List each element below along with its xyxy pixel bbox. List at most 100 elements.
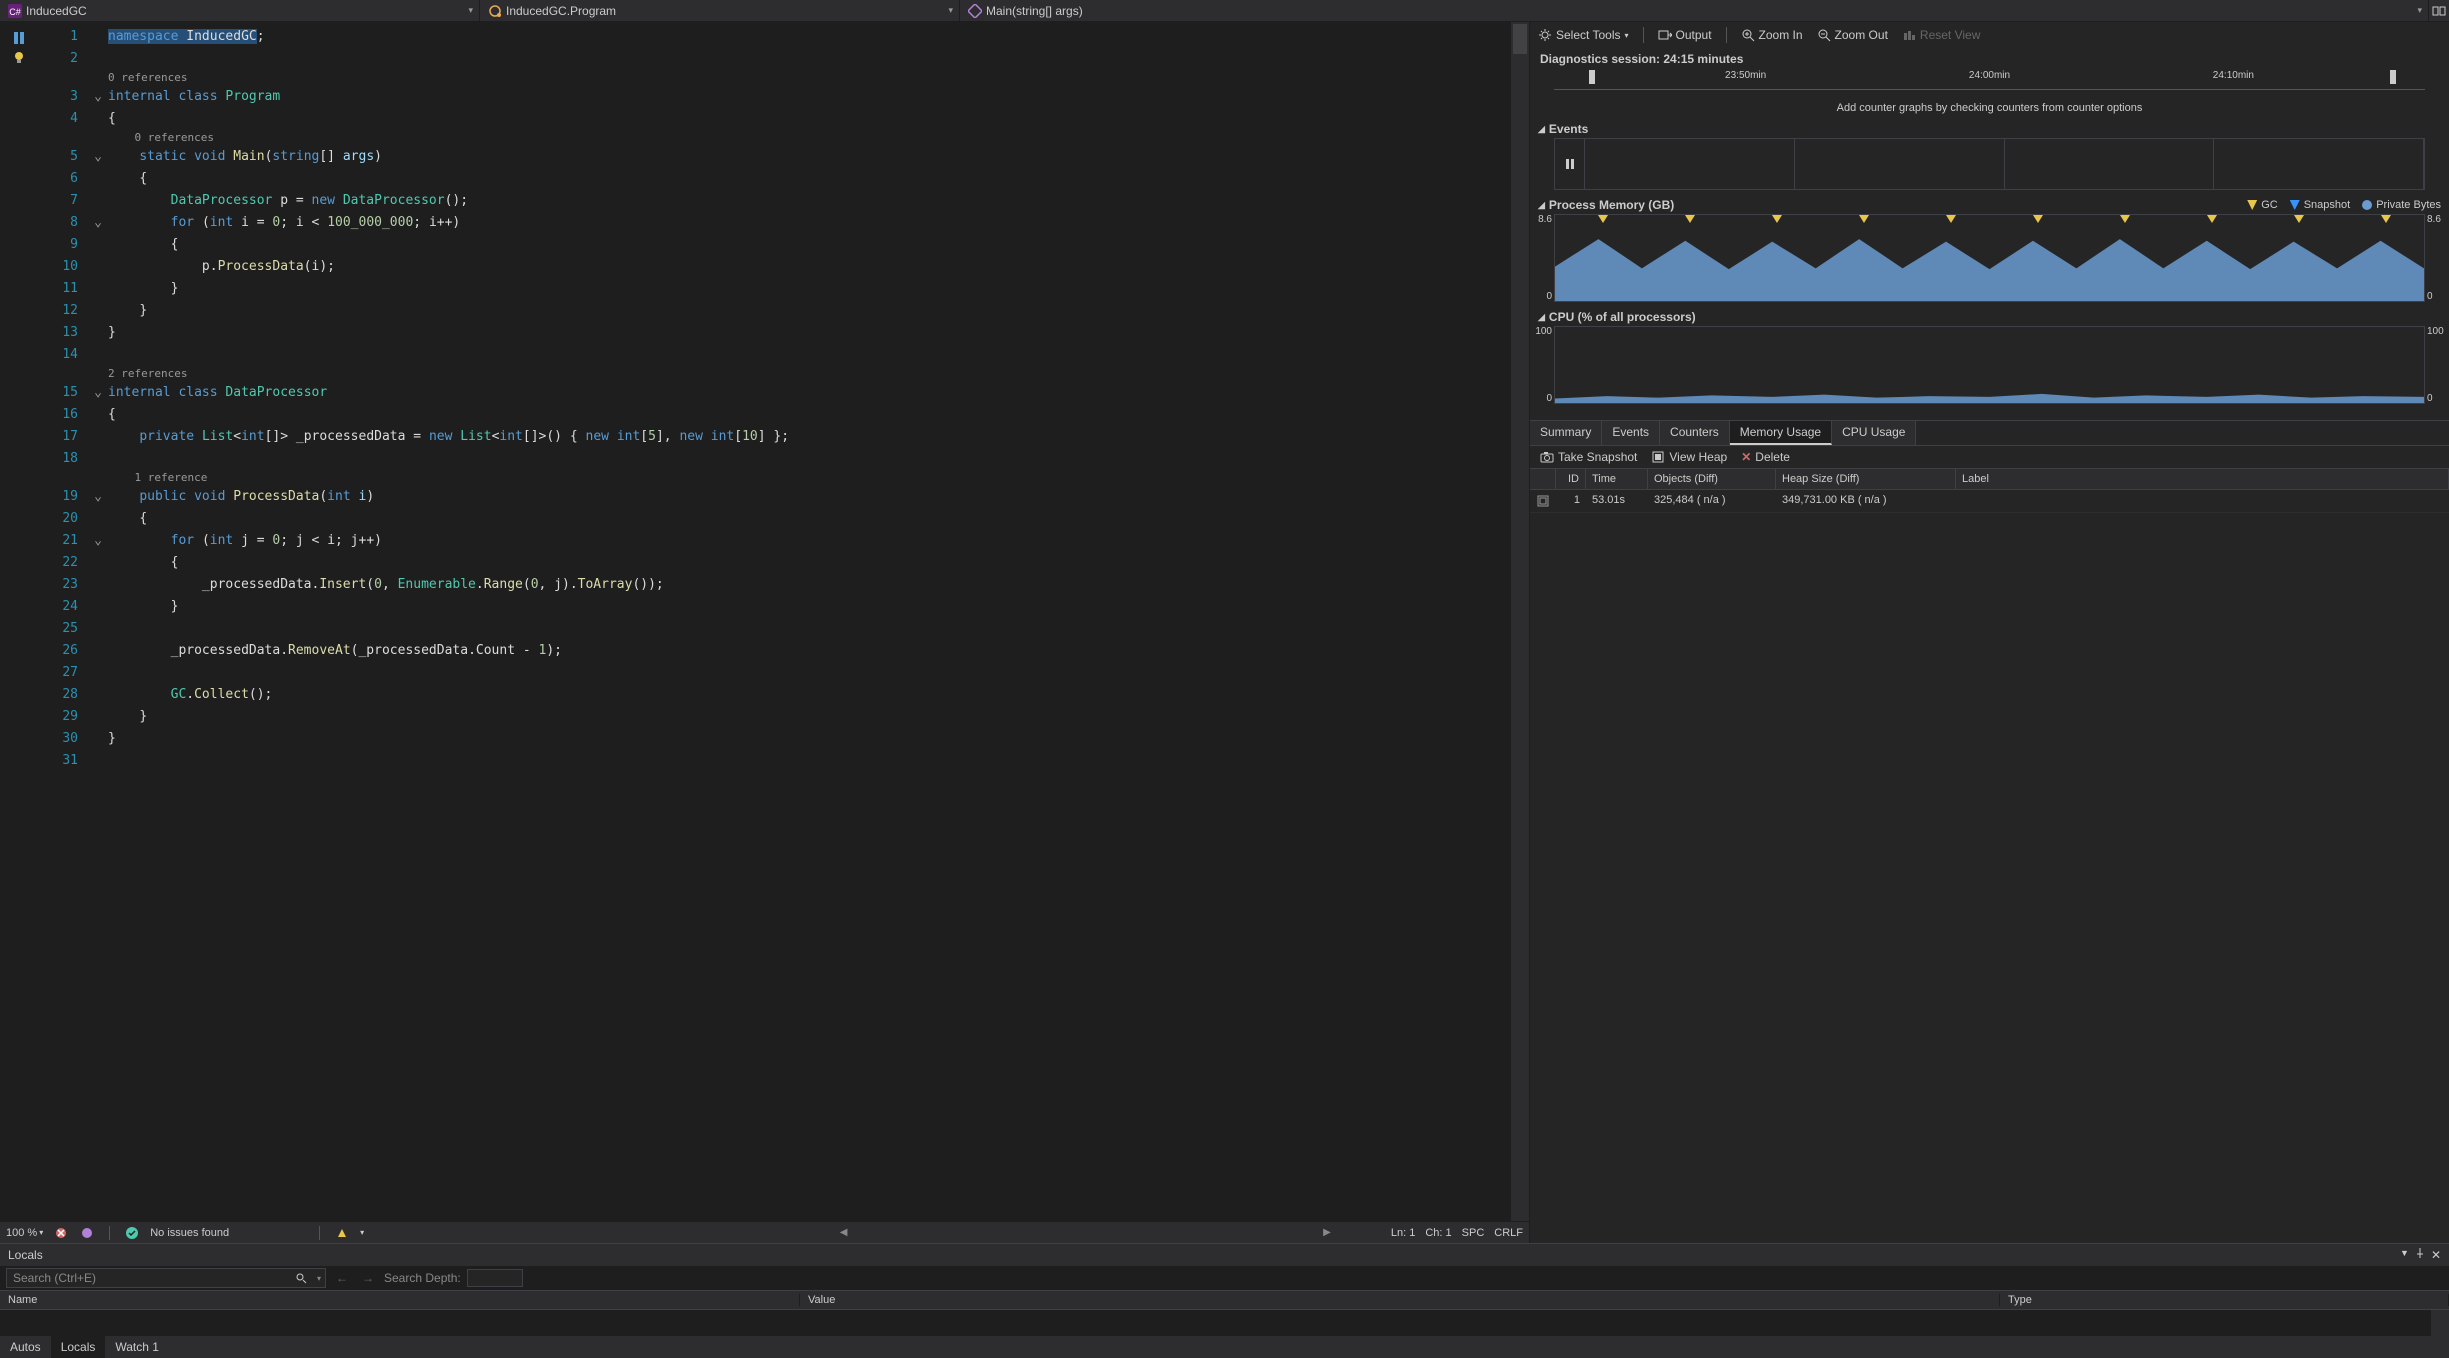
view-heap-button[interactable]: View Heap — [1651, 450, 1727, 464]
diagnostics-panel: Select Tools ▾ Output Zoom In Zoom Out R… — [1529, 22, 2449, 1243]
tab-locals[interactable]: Locals — [51, 1336, 106, 1358]
method-icon — [968, 4, 982, 18]
nav-project-dropdown[interactable]: C# InducedGC ▾ — [0, 0, 480, 21]
col-label-header[interactable]: Label — [1956, 469, 2449, 489]
session-duration-label: Diagnostics session: 24:15 minutes — [1530, 48, 2449, 70]
nav-class-dropdown[interactable]: InducedGC.Program ▾ — [480, 0, 960, 21]
fold-toggle[interactable]: ⌄ — [88, 486, 108, 508]
locals-col-value[interactable]: Value — [800, 1294, 2000, 1306]
locals-col-type[interactable]: Type — [2000, 1294, 2449, 1306]
csharp-project-icon: C# — [8, 4, 22, 18]
tab-memory-usage[interactable]: Memory Usage — [1730, 421, 1832, 445]
issues-status-label: No issues found — [150, 1227, 229, 1239]
tab-summary[interactable]: Summary — [1530, 421, 1602, 445]
code-editor: 12 34 567891011121314 15161718 192021222… — [0, 22, 1529, 1243]
select-tools-button[interactable]: Select Tools ▾ — [1538, 28, 1629, 42]
editor-vertical-scrollbar[interactable] — [1511, 22, 1529, 1221]
zoom-out-button[interactable]: Zoom Out — [1817, 28, 1888, 42]
chevron-down-icon: ▾ — [948, 5, 953, 16]
private-bytes-legend-swatch — [2362, 200, 2372, 210]
events-lane — [1554, 138, 2425, 190]
tab-cpu-usage[interactable]: CPU Usage — [1832, 421, 1916, 445]
chevron-down-icon: ▾ — [468, 5, 473, 16]
cpu-chart[interactable]: 1000 1000 — [1554, 326, 2425, 404]
memory-chart[interactable]: 8.60 8.60 — [1554, 214, 2425, 302]
snapshot-legend-swatch — [2290, 200, 2300, 210]
health-indicator-icon[interactable] — [79, 1225, 95, 1241]
pin-button[interactable] — [2415, 1248, 2425, 1262]
locals-grid-body[interactable] — [0, 1310, 2449, 1336]
pause-events-button[interactable] — [1555, 139, 1585, 189]
camera-icon — [1540, 450, 1554, 464]
nav-method-dropdown[interactable]: Main(string[] args) ▾ — [960, 0, 2429, 21]
editor-nav-bar: C# InducedGC ▾ InducedGC.Program ▾ Main(… — [0, 0, 2449, 22]
tab-watch-1[interactable]: Watch 1 — [105, 1336, 169, 1358]
events-section-header[interactable]: ◢ Events — [1530, 120, 2449, 138]
fold-toggle[interactable]: ⌄ — [88, 86, 108, 108]
codelens-references[interactable]: 0 references — [108, 130, 1511, 146]
editor-margin — [0, 22, 38, 1221]
search-prev-button[interactable]: ← — [332, 1271, 352, 1285]
pause-icon — [1564, 158, 1576, 170]
col-heap-header[interactable]: Heap Size (Diff) — [1776, 469, 1956, 489]
heap-icon — [1651, 450, 1665, 464]
codelens-references[interactable]: 2 references — [108, 366, 1511, 382]
collapse-triangle-icon: ◢ — [1538, 312, 1545, 323]
tab-events[interactable]: Events — [1602, 421, 1660, 445]
nav-class-label: InducedGC.Program — [506, 4, 616, 18]
fold-toggle[interactable]: ⌄ — [88, 212, 108, 234]
counter-hint-label: Add counter graphs by checking counters … — [1530, 100, 2449, 120]
codelens-references[interactable]: 0 references — [108, 70, 1511, 86]
gc-legend-swatch — [2247, 200, 2257, 210]
zoom-in-button[interactable]: Zoom In — [1741, 28, 1803, 42]
zoom-selector[interactable]: 100 % ▾ — [6, 1227, 43, 1239]
col-time-header[interactable]: Time — [1586, 469, 1648, 489]
nav-project-label: InducedGC — [26, 4, 87, 18]
cpu-section-header[interactable]: ◢ CPU (% of all processors) — [1530, 308, 2449, 326]
locals-search-input[interactable]: Search (Ctrl+E) ▾ — [6, 1268, 326, 1288]
search-depth-label: Search Depth: — [384, 1271, 461, 1285]
zoom-in-icon — [1741, 28, 1755, 42]
memory-section-header[interactable]: ◢ Process Memory (GB) GC Snapshot Privat… — [1530, 196, 2449, 214]
fold-toggle[interactable]: ⌄ — [88, 146, 108, 168]
line-ending-label[interactable]: CRLF — [1494, 1227, 1523, 1239]
diagnostics-tab-strip: Summary Events Counters Memory Usage CPU… — [1530, 420, 2449, 446]
indent-mode-label[interactable]: SPC — [1462, 1227, 1485, 1239]
lightbulb-icon[interactable] — [11, 50, 27, 66]
fold-gutter: ⌄ ⌄ ⌄ ⌄ ⌄ ⌄ — [88, 22, 108, 1221]
snapshot-row[interactable]: 1 53.01s 325,484 ( n/a ) 349,731.00 KB (… — [1530, 490, 2449, 513]
class-icon — [488, 4, 502, 18]
col-id-header[interactable]: ID — [1556, 469, 1586, 489]
error-toggle-icon[interactable] — [53, 1225, 69, 1241]
delete-snapshot-button[interactable]: ✕ Delete — [1741, 450, 1790, 464]
diagnostics-timeline[interactable]: 23:50min 24:00min 24:10min — [1554, 70, 2425, 100]
search-icon — [295, 1272, 307, 1284]
window-position-button[interactable]: ▼ — [2400, 1248, 2409, 1262]
fold-toggle[interactable]: ⌄ — [88, 530, 108, 552]
line-number-gutter: 12 34 567891011121314 15161718 192021222… — [38, 22, 88, 1221]
reset-view-button[interactable]: Reset View — [1902, 28, 1980, 42]
check-icon — [124, 1225, 140, 1241]
output-button[interactable]: Output — [1658, 28, 1712, 42]
take-snapshot-button[interactable]: Take Snapshot — [1540, 450, 1637, 464]
bottom-tab-strip: Autos Locals Watch 1 — [0, 1336, 2449, 1358]
delete-x-icon: ✕ — [1741, 450, 1751, 464]
locals-col-name[interactable]: Name — [0, 1294, 800, 1306]
col-objects-header[interactable]: Objects (Diff) — [1648, 469, 1776, 489]
close-panel-button[interactable]: ✕ — [2431, 1248, 2441, 1262]
locals-vertical-scrollbar[interactable] — [2431, 1310, 2449, 1336]
code-text-area[interactable]: namespace InducedGC; 0 references intern… — [108, 22, 1511, 1221]
search-depth-selector[interactable] — [467, 1269, 523, 1287]
tab-autos[interactable]: Autos — [0, 1336, 51, 1358]
tab-counters[interactable]: Counters — [1660, 421, 1730, 445]
search-options-chevron-icon[interactable]: ▾ — [317, 1274, 321, 1283]
collapse-triangle-icon: ◢ — [1538, 200, 1545, 211]
search-next-button[interactable]: → — [358, 1271, 378, 1285]
snapshot-row-icon — [1536, 494, 1550, 508]
split-editor-button[interactable] — [2429, 0, 2449, 21]
collapse-triangle-icon: ◢ — [1538, 124, 1545, 135]
fold-toggle[interactable]: ⌄ — [88, 382, 108, 404]
codelens-references[interactable]: 1 reference — [108, 470, 1511, 486]
cleanup-icon[interactable] — [334, 1225, 350, 1241]
locals-grid-header: Name Value Type — [0, 1290, 2449, 1310]
